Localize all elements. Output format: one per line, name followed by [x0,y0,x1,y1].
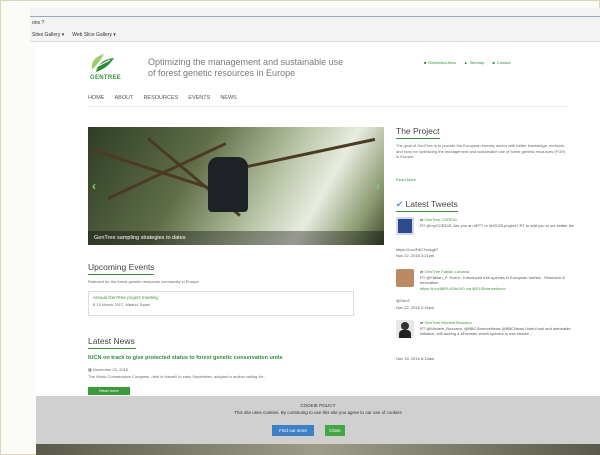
logo-text: GENTREE [90,75,122,81]
nav-item-events[interactable]: EVENTS [188,95,210,101]
web-page: GENTREE Optimizing the management and su… [36,42,600,455]
os-taskbar [36,444,600,455]
browser-menu-label[interactable]: ons ? [32,20,44,26]
news-read-more-button[interactable]: Read more [88,387,130,395]
retweet-icon: ⇄ [420,269,424,274]
sitemap-link[interactable]: ▲ Sitemap [464,60,485,65]
tweet-link[interactable]: https://t.co/6BPL6GbUV0 via @EUScienceIn… [420,286,574,292]
cookie-message: This site uses cookies. By continuing to… [234,410,402,415]
sitemap-icon: ▲ [463,60,468,65]
tweet-text: RT @Fabian_F: Event - Introduced tree sp… [420,274,566,286]
event-date: 6-10 March 2017, Madrid, Spain [93,302,151,307]
carousel-prev-arrow-icon[interactable]: ‹ [92,179,96,193]
favorites-bar: Sites Gallery ▾ Web Slice Gallery ▾ [32,32,116,38]
browser-toolbar: ons ? Sites Gallery ▾ Web Slice Gallery … [30,8,600,42]
project-title-underline [396,138,440,139]
nav-item-resources[interactable]: RESOURCES [143,95,178,101]
tweets-title-underline [396,211,458,212]
cookie-close-button[interactable]: Close [325,425,345,436]
nav-item-news[interactable]: NEWS [220,95,237,101]
tweet-extra: @GenT [396,298,411,303]
events-title-underline [88,274,154,275]
envelope-icon: ■ [492,60,495,65]
events-title: Upcoming Events [88,262,155,272]
project-read-more-link[interactable]: Read More [396,177,416,183]
hero-caption: GenTree sampling strategies to dates [88,231,384,245]
nav-divider [88,106,568,107]
main-nav: HOME ABOUT RESOURCES EVENTS NEWS [88,95,237,101]
calendar-icon: ▦ [88,367,92,372]
tab-strip-line [30,16,600,17]
tweet-avatar[interactable] [396,320,414,338]
tweet-body: ⇄ GenTree Fabian Lorzana RT @Fabian_F: E… [420,269,574,291]
news-date: ▦ November 03, 2016 [88,367,129,372]
news-summary: The World Conservation Congress, held in… [88,374,267,379]
tweet-text: RT @myCORDIS: Are you an #FP7 or #H2020 … [420,222,574,228]
project-description: The goal of GenTree is to provide the Eu… [396,143,566,159]
hero-climber-figure [208,157,248,212]
hero-branch [237,137,376,170]
contact-link[interactable]: ■ Contact [492,60,510,65]
news-title: Latest News [88,336,135,346]
retweet-icon: ⇄ [420,217,424,222]
twitter-bird-icon: ✔ [396,199,404,209]
restricted-area-link[interactable]: ■ Restricted Area [424,60,456,65]
carousel-next-arrow-icon[interactable]: › [376,179,380,193]
news-headline[interactable]: IUCN on track to give protected status t… [88,355,283,361]
tweet-date: Nov 22, 2016 2:16pm [396,305,435,310]
site-tagline: Optimizing the management and sustainabl… [148,57,344,78]
tweet-text: RT @Michele_Bozzano: @BBCScienceNews @BB… [420,325,571,337]
gentree-logo-icon[interactable] [88,52,118,74]
event-title[interactable]: Annual GenTree project meeting [93,295,349,300]
header-links: ■ Restricted Area ▲ Sitemap ■ Contact [424,60,511,65]
tweet-item: ⇄ GenTree Fabian Lorzana RT @Fabian_F: E… [396,269,576,314]
tweet-date: Nov 22, 2016 3:21pm [396,253,435,258]
favorite-sites-gallery[interactable]: Sites Gallery ▾ [32,32,64,38]
nav-item-about[interactable]: ABOUT [115,95,134,101]
cookie-title: COOKIE POLICY [300,403,336,408]
tweet-link[interactable]: https://t.co/FdC7exkgkT [396,247,576,253]
nav-item-home[interactable]: HOME [88,95,105,101]
tweet-avatar[interactable] [396,269,414,287]
tweets-title: ✔ Latest Tweets [396,199,458,209]
tweet-body: ⇄ GenTree Michele Bozzano RT @Michele_Bo… [420,320,574,337]
retweet-icon: ⇄ [420,320,424,325]
tweet-body: ⇄ GenTree COREAL RT @myCORDIS: Are you a… [420,217,574,228]
cookie-banner: COOKIE POLICY This site uses cookies. By… [36,396,600,444]
find-out-more-button[interactable]: Find out more [272,425,314,436]
event-card[interactable]: Annual GenTree project meeting 6-10 Marc… [88,291,354,316]
tweet-avatar[interactable] [396,217,414,235]
events-intro: Relevant for the forest genetic resource… [88,279,199,284]
project-title: The Project [396,126,440,136]
favorite-web-slice-gallery[interactable]: Web Slice Gallery ▾ [72,32,116,38]
hero-carousel[interactable]: ‹ › GenTree sampling strategies to dates [88,127,384,245]
tweet-date: Nov 15, 2016 8:13am [396,356,435,361]
news-title-underline [88,348,136,349]
tweet-item: ⇄ GenTree Michele Bozzano RT @Michele_Bo… [396,320,576,368]
tweet-item: ⇄ GenTree COREAL RT @myCORDIS: Are you a… [396,217,576,258]
lock-icon: ■ [424,60,427,65]
